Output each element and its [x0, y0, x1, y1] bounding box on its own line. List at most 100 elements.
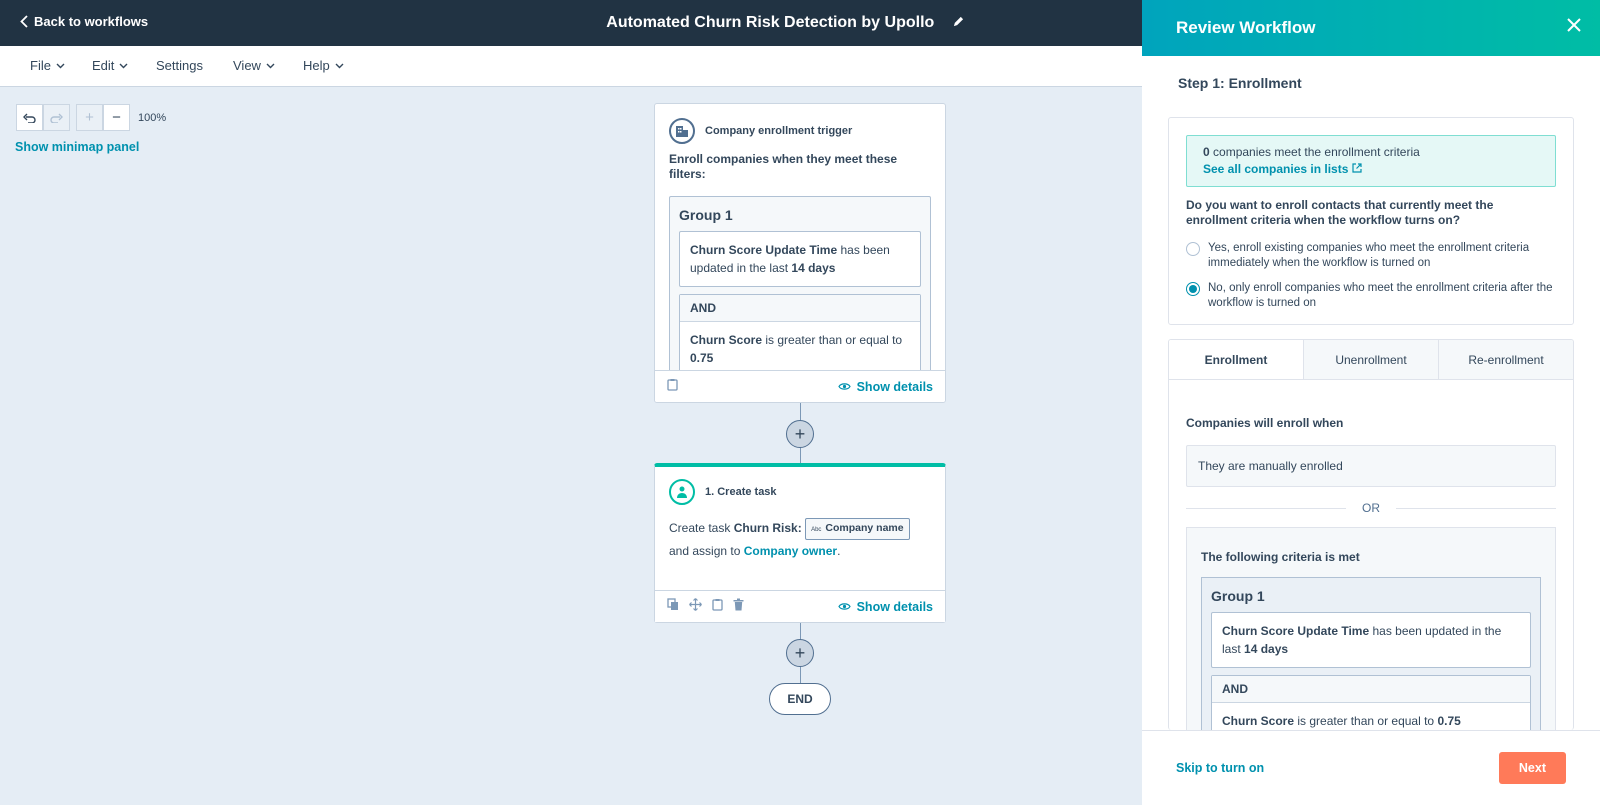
- plus-icon: +: [85, 109, 94, 126]
- next-button[interactable]: Next: [1498, 752, 1566, 784]
- menu-settings-label: Settings: [156, 58, 203, 73]
- radio-label: Yes, enroll existing companies who meet …: [1208, 242, 1530, 269]
- filter-item: Churn Score Update Time has been updated…: [679, 231, 921, 287]
- filter-operator: is greater than or equal to: [762, 333, 903, 347]
- menu-view[interactable]: View: [233, 58, 275, 73]
- end-node: END: [769, 683, 831, 715]
- company-owner-link[interactable]: Company owner: [744, 544, 837, 558]
- filter-property: Churn Score: [690, 333, 763, 347]
- task-text: and assign to: [669, 543, 744, 558]
- show-details-button[interactable]: Show details: [837, 379, 933, 394]
- panel-title: Review Workflow: [1176, 18, 1316, 37]
- trash-icon[interactable]: [733, 598, 744, 616]
- and-block: AND Churn Score is greater than or equal…: [679, 294, 921, 377]
- copy-icon[interactable]: [667, 597, 679, 616]
- review-workflow-panel: Review Workflow Step 1: Enrollment 0 com…: [1142, 0, 1600, 805]
- filter-value: 0.75: [690, 351, 714, 365]
- filter-group: Group 1 Churn Score Update Time has been…: [669, 196, 931, 378]
- filter-item: Churn Score is greater than or equal to …: [1212, 703, 1530, 730]
- card-actions: [667, 597, 744, 616]
- radio-option-no[interactable]: No, only enroll companies who meet the e…: [1169, 271, 1573, 311]
- filter-value: 14 days: [1244, 642, 1289, 656]
- zoom-out-button[interactable]: −: [103, 104, 130, 131]
- criteria-title: The following criteria is met: [1201, 550, 1360, 564]
- skip-to-turn-on-link[interactable]: Skip to turn on: [1176, 761, 1264, 775]
- show-details-label: Show details: [856, 599, 933, 614]
- menu-edit[interactable]: Edit: [92, 58, 128, 73]
- step-title: Step 1: Enrollment: [1178, 75, 1302, 91]
- radio-button-selected[interactable]: [1186, 282, 1200, 296]
- enrollment-count-text: companies meet the enrollment criteria: [1209, 145, 1420, 159]
- external-link-icon: [1352, 163, 1362, 173]
- menu-help-label: Help: [303, 58, 330, 73]
- redo-button[interactable]: [43, 104, 70, 131]
- plus-icon: +: [794, 423, 806, 444]
- card-footer: Show details: [655, 370, 945, 402]
- task-text: .: [837, 543, 841, 558]
- task-name: Churn Risk:: [733, 521, 802, 535]
- chevron-down-icon: [56, 63, 65, 68]
- move-icon[interactable]: [689, 597, 702, 616]
- enrollment-tabs-box: Enrollment Unenrollment Re-enrollment Co…: [1168, 339, 1574, 730]
- tab-enrollment[interactable]: Enrollment: [1169, 340, 1303, 379]
- trigger-description: Enroll companies when they meet these fi…: [669, 152, 898, 181]
- pencil-icon[interactable]: [953, 14, 964, 32]
- enrollment-count-info: 0 companies meet the enrollment criteria…: [1186, 135, 1556, 187]
- menu-help[interactable]: Help: [303, 58, 344, 73]
- eye-icon: [837, 603, 851, 610]
- company-name-token: Abc Company name: [805, 517, 910, 540]
- token-type: Abc: [811, 526, 822, 533]
- and-block: AND Churn Score is greater than or equal…: [1211, 675, 1531, 730]
- tab-unenrollment[interactable]: Unenrollment: [1303, 340, 1438, 379]
- add-action-button[interactable]: +: [786, 420, 814, 448]
- chevron-down-icon: [335, 63, 344, 68]
- filter-property: Churn Score Update Time: [1222, 624, 1370, 638]
- filter-property: Churn Score: [1222, 714, 1295, 728]
- enroll-when-label: Companies will enroll when: [1186, 416, 1344, 430]
- show-details-button[interactable]: Show details: [837, 599, 933, 614]
- canvas-controls: + − 100%: [16, 104, 166, 131]
- show-details-label: Show details: [856, 379, 933, 394]
- card-footer: Show details: [655, 590, 945, 622]
- filter-value: 0.75: [1437, 714, 1461, 728]
- zoom-in-button[interactable]: +: [76, 104, 103, 131]
- clipboard-icon[interactable]: [667, 378, 678, 396]
- close-icon[interactable]: [1566, 17, 1582, 38]
- tab-re-enrollment[interactable]: Re-enrollment: [1438, 340, 1573, 379]
- menu-view-label: View: [233, 58, 261, 73]
- filter-property: Churn Score Update Time: [690, 243, 838, 257]
- or-divider: OR: [1186, 501, 1556, 515]
- filter-value: 14 days: [791, 261, 836, 275]
- enroll-question: Do you want to enroll contacts that curr…: [1186, 198, 1494, 227]
- create-task-card[interactable]: 1. Create task Create task Churn Risk: A…: [654, 463, 946, 623]
- see-all-label: See all companies in lists: [1203, 162, 1349, 176]
- workflow-title[interactable]: Automated Churn Risk Detection by Upollo: [606, 14, 934, 31]
- menu-file[interactable]: File: [30, 58, 65, 73]
- group-title: Group 1: [679, 207, 733, 223]
- task-card-title: 1. Create task: [705, 486, 777, 498]
- manual-enrollment-field: They are manually enrolled: [1186, 445, 1556, 487]
- radio-button[interactable]: [1186, 242, 1200, 256]
- menu-file-label: File: [30, 58, 51, 73]
- minus-icon: −: [112, 109, 121, 126]
- tab-bar: Enrollment Unenrollment Re-enrollment: [1169, 340, 1573, 380]
- menu-settings[interactable]: Settings: [156, 58, 203, 73]
- see-all-companies-link[interactable]: See all companies in lists: [1203, 162, 1362, 176]
- or-label: OR: [1362, 501, 1380, 515]
- radio-option-yes[interactable]: Yes, enroll existing companies who meet …: [1169, 228, 1573, 271]
- add-action-button[interactable]: +: [786, 639, 814, 667]
- token-label: Company name: [825, 521, 904, 534]
- trigger-card-title: Company enrollment trigger: [705, 125, 853, 137]
- and-label: AND: [680, 295, 920, 322]
- chevron-down-icon: [119, 63, 128, 68]
- and-label: AND: [1212, 676, 1530, 703]
- eye-icon: [837, 383, 851, 390]
- clipboard-icon[interactable]: [712, 598, 723, 616]
- undo-button[interactable]: [16, 104, 43, 131]
- enrollment-trigger-card[interactable]: Company enrollment trigger Enroll compan…: [654, 103, 946, 403]
- show-minimap-link[interactable]: Show minimap panel: [15, 140, 139, 154]
- filter-group: Group 1 Churn Score Update Time has been…: [1201, 577, 1541, 730]
- panel-footer: Skip to turn on Next: [1142, 730, 1600, 805]
- undo-icon: [23, 113, 36, 123]
- plus-icon: +: [794, 642, 806, 663]
